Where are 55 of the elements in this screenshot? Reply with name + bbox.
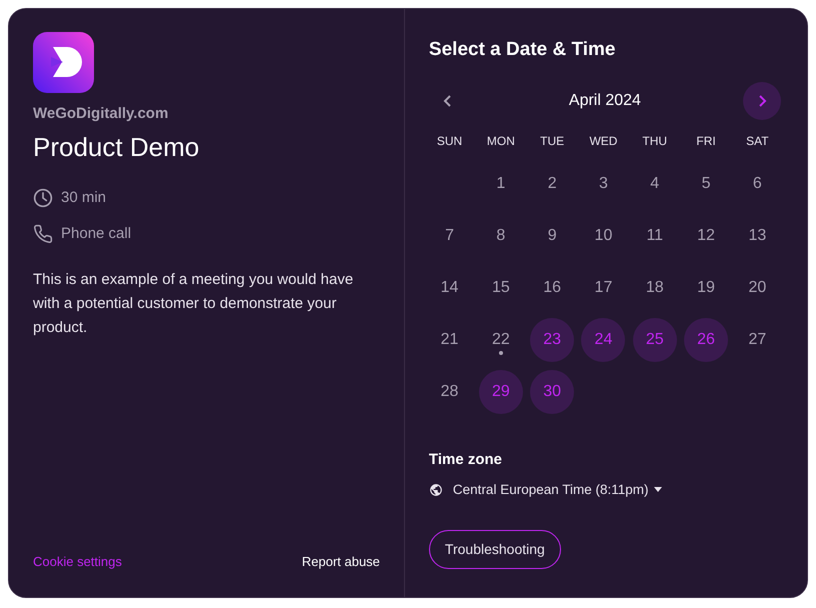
weekday-label: FRI [696, 132, 716, 150]
troubleshooting-button[interactable]: Troubleshooting [428, 530, 561, 569]
clock-icon [33, 188, 53, 208]
event-detail: Phone call [61, 224, 132, 244]
calendar-day: 16 [530, 266, 574, 310]
app-logo [33, 32, 94, 93]
calendar-day: 10 [581, 214, 626, 258]
calendar-day: 11 [632, 214, 677, 258]
next-month-button[interactable] [742, 82, 781, 120]
calendar-day: 14 [428, 266, 472, 310]
caret-icon [654, 487, 662, 492]
calendar-day: 5 [684, 162, 728, 206]
organization-name: WeGoDigitally.com [33, 104, 170, 124]
calendar-day: 27 [735, 318, 780, 362]
calendar-day: 15 [478, 266, 523, 310]
weekday-label: MON [486, 132, 515, 150]
weekday-label: WED [589, 132, 618, 150]
event-detail: 30 min [61, 188, 106, 208]
calendar-day: 19 [684, 266, 728, 310]
calendar-day: 21 [428, 318, 472, 362]
available-day-button[interactable]: 25 [632, 318, 677, 362]
scheduler-title: Select a Date & Time [428, 38, 616, 62]
calendar-day: 12 [684, 214, 728, 258]
calendar-day: 28 [428, 370, 472, 414]
weekday-label: THU [642, 132, 668, 150]
phone-icon [33, 224, 53, 244]
cookie-settings-link[interactable]: Cookie settings [33, 552, 122, 571]
calendar-day: 9 [530, 214, 574, 258]
available-day-button[interactable]: 26 [684, 318, 728, 362]
event-title: Product Demo [33, 130, 200, 164]
available-day-button[interactable]: 23 [530, 318, 574, 362]
weekday-label: SUN [436, 132, 462, 150]
calendar-day: 17 [581, 266, 626, 310]
calendar-day: 7 [428, 214, 472, 258]
calendar-day: 4 [632, 162, 677, 206]
timezone-heading: Time zone [428, 450, 503, 470]
calendar-day: 1 [478, 162, 523, 206]
timezone-dropdown[interactable]: Central European Time (8:11pm) [452, 480, 662, 500]
footer-link[interactable]: Report abuse [302, 552, 380, 571]
available-day-button[interactable]: 29 [478, 370, 523, 414]
available-day-button[interactable]: 24 [581, 318, 626, 362]
event-description: This is an example of a meeting you would have with a potential customer to demonstrate your product. [33, 270, 354, 338]
calendar-day: 20 [735, 266, 780, 310]
calendar-day: 18 [632, 266, 677, 310]
weekday-label: TUE [540, 132, 564, 150]
calendar-day: 3 [581, 162, 626, 206]
globe-icon [428, 482, 443, 497]
month-label: April 2024 [568, 90, 641, 110]
calendar-day: 6 [735, 162, 780, 206]
calendar-day: 8 [478, 214, 523, 258]
calendar-day: 22 [478, 318, 523, 362]
calendar-day: 2 [530, 162, 574, 206]
calendar-day: 13 [735, 214, 780, 258]
available-day-button[interactable]: 30 [530, 370, 574, 414]
weekday-label: SAT [746, 132, 769, 150]
